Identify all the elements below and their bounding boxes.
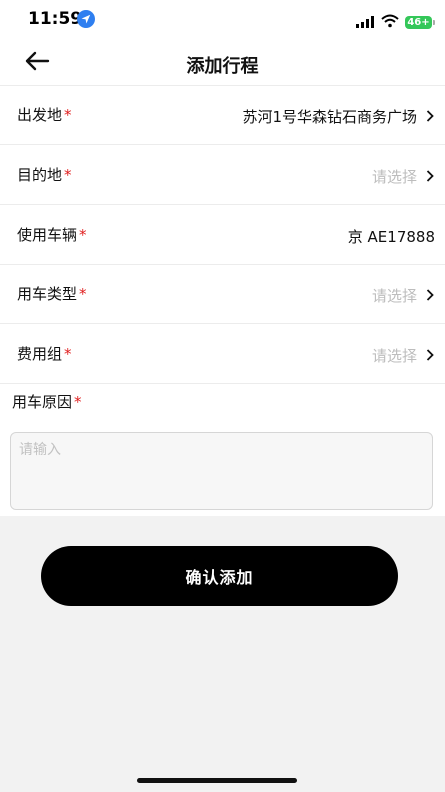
reason-input[interactable] <box>10 432 433 510</box>
required-mark: * <box>74 393 82 411</box>
status-bar: 11:59 46+ <box>0 0 445 40</box>
destination-value: 请选择 <box>371 168 417 186</box>
chevron-right-icon <box>426 349 434 361</box>
status-time: 11:59 <box>28 9 83 29</box>
vehicle-type-row[interactable]: 用车类型 * 请选择 <box>0 265 445 324</box>
departure-label: 出发地 * <box>17 106 72 124</box>
chevron-right-icon <box>426 170 434 182</box>
destination-label: 目的地 * <box>17 166 72 184</box>
expense-group-label: 费用组 * <box>17 345 72 363</box>
vehicle-value: 京 AE17888 <box>347 228 435 246</box>
expense-group-row[interactable]: 费用组 * 请选择 <box>0 325 445 384</box>
signal-icon <box>356 16 374 28</box>
required-mark: * <box>64 166 72 184</box>
expense-group-value: 请选择 <box>371 347 417 365</box>
chevron-right-icon <box>426 289 434 301</box>
vehicle-type-label: 用车类型 * <box>17 285 87 303</box>
location-arrow-icon <box>77 10 95 28</box>
required-mark: * <box>64 345 72 363</box>
battery-icon: 46+ <box>405 16 435 29</box>
vehicle-type-value: 请选择 <box>371 287 417 305</box>
required-mark: * <box>79 285 87 303</box>
home-indicator <box>137 778 297 783</box>
chevron-right-icon <box>426 110 434 122</box>
required-mark: * <box>64 106 72 124</box>
nav-bar: 添加行程 <box>0 40 445 86</box>
destination-row[interactable]: 目的地 * 请选择 <box>0 146 445 205</box>
required-mark: * <box>79 226 87 244</box>
confirm-add-button[interactable]: 确认添加 <box>41 546 398 606</box>
reason-label: 用车原因 * <box>12 393 82 411</box>
departure-value: 苏河1号华森钻石商务广场 <box>242 108 417 126</box>
wifi-icon <box>381 14 399 28</box>
vehicle-label: 使用车辆 * <box>17 226 87 244</box>
vehicle-row[interactable]: 使用车辆 * 京 AE17888 <box>0 206 445 265</box>
page-title: 添加行程 <box>186 56 259 77</box>
trip-form: 出发地 * 苏河1号华森钻石商务广场 目的地 * 请选择 使用车辆 * 京 AE178… <box>0 86 445 516</box>
departure-row[interactable]: 出发地 * 苏河1号华森钻石商务广场 <box>0 86 445 145</box>
